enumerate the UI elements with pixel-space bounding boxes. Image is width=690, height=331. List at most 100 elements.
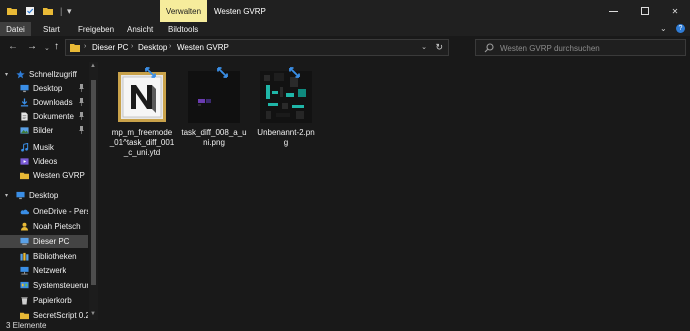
tab-picture-tools[interactable]: Bildtools bbox=[168, 22, 198, 36]
manage-context-tab[interactable]: Verwalten bbox=[160, 0, 207, 22]
minimize-button[interactable] bbox=[598, 0, 628, 22]
recycle-bin-icon bbox=[21, 297, 28, 305]
sidebar-item-music[interactable]: Musik bbox=[0, 141, 88, 154]
search-placeholder: Westen GVRP durchsuchen bbox=[500, 44, 600, 53]
close-icon: ✕ bbox=[671, 6, 679, 16]
sidebar-item-label: Schnellzugriff bbox=[29, 70, 77, 79]
properties-icon[interactable] bbox=[25, 6, 35, 16]
png-thumbnail bbox=[260, 71, 312, 123]
navigation-pane: ▾ Schnellzugriff Desktop Downloads Dokum… bbox=[0, 62, 98, 320]
sidebar-item-desktop[interactable]: Desktop bbox=[0, 82, 88, 95]
forward-button[interactable]: → bbox=[27, 41, 37, 53]
sidebar-item-label: Noah Pietsch bbox=[33, 222, 81, 231]
sidebar-item-label: Bibliotheken bbox=[33, 252, 77, 261]
sidebar-item-label: Dieser PC bbox=[33, 237, 70, 246]
sidebar-item-label: Dokumente bbox=[33, 112, 74, 121]
downloads-icon bbox=[20, 98, 29, 107]
maximize-button[interactable] bbox=[630, 0, 660, 22]
file-item[interactable]: Unbenannt-2.pn g bbox=[248, 66, 324, 166]
address-bar[interactable]: › Dieser PC › Desktop › Westen GVRP ⌄ ↻ bbox=[65, 39, 449, 56]
file-item[interactable]: task_diff_008_a_u ni.png bbox=[176, 66, 252, 166]
sidebar-item-label: OneDrive - Perso bbox=[33, 207, 88, 216]
minimize-icon bbox=[608, 10, 618, 12]
sidebar-item-documents[interactable]: Dokumente bbox=[0, 110, 88, 123]
pin-icon[interactable] bbox=[78, 126, 85, 134]
recent-locations-button[interactable]: ⌄ bbox=[44, 43, 50, 55]
sidebar-item-libraries[interactable]: Bibliotheken bbox=[0, 250, 88, 263]
item-count: 3 Elemente bbox=[6, 321, 47, 330]
folder-icon bbox=[20, 312, 29, 320]
folder-icon bbox=[70, 44, 80, 52]
sidebar-item-downloads[interactable]: Downloads bbox=[0, 96, 88, 109]
sidebar-item-westen-gvrp[interactable]: Westen GVRP bbox=[0, 169, 88, 182]
ytd-file-icon bbox=[118, 72, 166, 122]
desktop-icon bbox=[16, 191, 25, 200]
ribbon-tabs: Datei Start Freigeben Ansicht Bildtools … bbox=[0, 22, 690, 36]
breadcrumb-westen-gvrp[interactable]: Westen GVRP bbox=[177, 43, 229, 52]
file-name: mp_m_freemode _01^task_diff_001 _c_uni.y… bbox=[109, 128, 175, 157]
search-icon bbox=[484, 43, 494, 53]
onedrive-icon bbox=[20, 209, 29, 215]
computer-icon bbox=[20, 237, 29, 246]
refresh-icon[interactable]: ↻ bbox=[435, 42, 443, 53]
chevron-down-icon[interactable]: ▾ bbox=[5, 192, 8, 199]
sidebar-item-desktop-root[interactable]: ▾ Desktop bbox=[0, 189, 88, 202]
pictures-icon bbox=[20, 127, 29, 134]
sync-pending-icon bbox=[217, 67, 228, 78]
control-panel-icon bbox=[20, 281, 29, 289]
pin-icon[interactable] bbox=[78, 98, 85, 106]
sidebar-item-quick-access[interactable]: ▾ Schnellzugriff bbox=[0, 68, 88, 81]
breadcrumb-separator[interactable]: › bbox=[131, 43, 133, 50]
file-item[interactable]: mp_m_freemode _01^task_diff_001 _c_uni.y… bbox=[104, 66, 180, 166]
sidebar-item-label: Bilder bbox=[33, 126, 54, 135]
pin-icon[interactable] bbox=[78, 84, 85, 92]
chevron-down-icon[interactable]: ▾ bbox=[5, 71, 8, 78]
sidebar-item-recycle-bin[interactable]: Papierkorb bbox=[0, 294, 88, 307]
help-icon[interactable]: ? bbox=[676, 24, 685, 33]
breadcrumb-separator[interactable]: › bbox=[84, 43, 86, 50]
customize-quick-access-button[interactable]: ▾ bbox=[67, 6, 72, 16]
sidebar-item-label: Desktop bbox=[33, 84, 63, 93]
music-icon bbox=[21, 143, 29, 152]
file-list[interactable]: mp_m_freemode _01^task_diff_001 _c_uni.y… bbox=[98, 58, 690, 320]
new-folder-icon[interactable] bbox=[43, 6, 53, 16]
sidebar-item-user[interactable]: Noah Pietsch bbox=[0, 220, 88, 233]
navigation-bar: ← → ⌄ ↑ › Dieser PC › Desktop › Westen G… bbox=[0, 36, 690, 58]
search-box[interactable]: Westen GVRP durchsuchen bbox=[475, 39, 686, 56]
sidebar-item-label: Westen GVRP bbox=[33, 171, 85, 180]
sidebar-item-this-pc[interactable]: Dieser PC bbox=[0, 235, 88, 248]
address-history-button[interactable]: ⌄ bbox=[421, 43, 427, 51]
sidebar-scrollbar-thumb[interactable] bbox=[91, 80, 96, 285]
scroll-up-arrow[interactable]: ▲ bbox=[90, 63, 96, 69]
sync-pending-icon bbox=[289, 67, 300, 78]
sidebar-item-videos[interactable]: Videos bbox=[0, 155, 88, 168]
tab-view[interactable]: Ansicht bbox=[127, 22, 153, 36]
back-button[interactable]: ← bbox=[8, 41, 18, 53]
close-button[interactable]: ✕ bbox=[660, 0, 690, 22]
tab-share[interactable]: Freigeben bbox=[78, 22, 114, 36]
sidebar-item-network[interactable]: Netzwerk bbox=[0, 264, 88, 277]
file-name: Unbenannt-2.pn g bbox=[257, 128, 315, 147]
sidebar-item-label: Systemsteuerung bbox=[33, 281, 88, 290]
user-icon bbox=[20, 222, 29, 231]
breadcrumb-this-pc[interactable]: Dieser PC bbox=[92, 43, 128, 52]
tab-start[interactable]: Start bbox=[43, 22, 60, 36]
up-button[interactable]: ↑ bbox=[54, 41, 59, 53]
videos-icon bbox=[20, 158, 29, 165]
expand-ribbon-button[interactable]: ⌄ bbox=[660, 25, 667, 33]
pin-icon[interactable] bbox=[78, 112, 85, 120]
sidebar-item-onedrive[interactable]: OneDrive - Perso bbox=[0, 205, 88, 218]
network-icon bbox=[20, 266, 29, 275]
quick-access-separator: | bbox=[60, 6, 63, 16]
sidebar-item-control-panel[interactable]: Systemsteuerung bbox=[0, 279, 88, 292]
png-thumbnail bbox=[188, 71, 240, 123]
breadcrumb-separator[interactable]: › bbox=[169, 43, 171, 50]
sidebar-item-label: Musik bbox=[33, 143, 54, 152]
scroll-down-arrow[interactable]: ▼ bbox=[90, 311, 96, 317]
folder-icon bbox=[20, 172, 29, 180]
sidebar-item-secretscript[interactable]: SecretScript 0.2.0 bbox=[0, 309, 88, 320]
tab-file[interactable]: Datei bbox=[0, 22, 31, 36]
folder-icon[interactable] bbox=[7, 6, 17, 16]
sidebar-item-pictures[interactable]: Bilder bbox=[0, 124, 88, 137]
breadcrumb-desktop[interactable]: Desktop bbox=[138, 43, 167, 52]
